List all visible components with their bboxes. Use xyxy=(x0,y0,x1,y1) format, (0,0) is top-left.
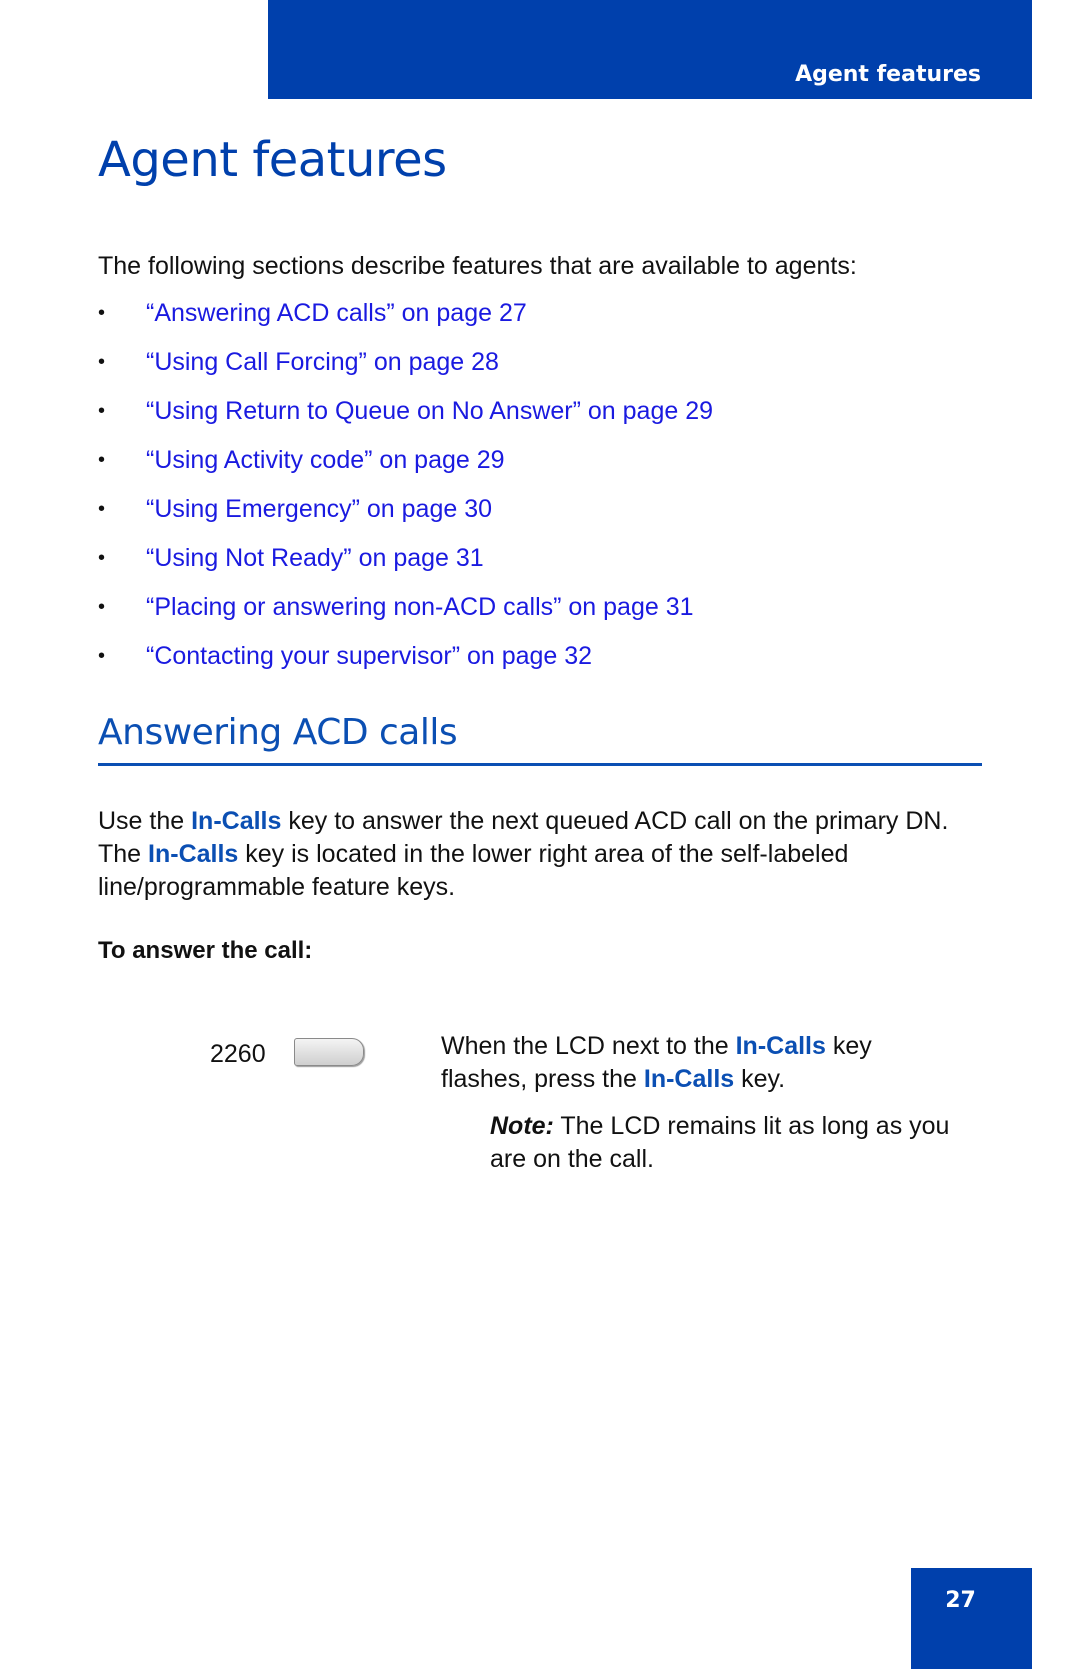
toc-link-answering-acd-calls[interactable]: “Answering ACD calls” on page 27 xyxy=(146,298,527,328)
section-title: Answering ACD calls xyxy=(98,712,458,753)
toc-link-emergency[interactable]: “Using Emergency” on page 30 xyxy=(146,494,492,524)
toc-item: • “Placing or answering non-ACD calls” on… xyxy=(98,592,713,641)
running-title: Agent features xyxy=(795,62,981,87)
toc-link-return-to-queue[interactable]: “Using Return to Queue on No Answer” on … xyxy=(146,396,713,426)
step-text-part: key. xyxy=(734,1065,786,1093)
toc-link-contacting-supervisor[interactable]: “Contacting your supervisor” on page 32 xyxy=(146,641,592,671)
toc-link-activity-code[interactable]: “Using Activity code” on page 29 xyxy=(146,445,505,475)
page-title: Agent features xyxy=(98,132,447,188)
body-text: Use the xyxy=(98,807,192,835)
bullet-icon: • xyxy=(98,547,106,569)
intro-text: The following sections describe features… xyxy=(98,252,857,280)
bullet-icon: • xyxy=(98,449,106,471)
toc-list: • “Answering ACD calls” on page 27 • “Usin… xyxy=(98,298,713,690)
bullet-icon: • xyxy=(98,302,106,324)
toc-item: • “Using Not Ready” on page 31 xyxy=(98,543,713,592)
header-band: Agent features xyxy=(268,0,1032,99)
procedure-heading: To answer the call: xyxy=(98,937,313,964)
in-calls-key-label: In-Calls xyxy=(643,1065,735,1093)
note: Note: The LCD remains lit as long as you… xyxy=(490,1110,960,1176)
section-body: Use the In-Calls key to answer the next … xyxy=(98,805,988,904)
bullet-icon: • xyxy=(98,596,106,618)
phone-model-number: 2260 xyxy=(210,1040,266,1068)
note-text: The LCD remains lit as long as you are o… xyxy=(490,1112,950,1173)
page-number: 27 xyxy=(945,1588,976,1613)
page-number-box: 27 xyxy=(911,1568,1032,1669)
toc-link-call-forcing[interactable]: “Using Call Forcing” on page 28 xyxy=(146,347,499,377)
toc-item: • “Using Call Forcing” on page 28 xyxy=(98,347,713,396)
step-text: When the LCD next to the In-Calls key fl… xyxy=(441,1030,961,1096)
toc-link-non-acd-calls[interactable]: “Placing or answering non-ACD calls” on … xyxy=(146,592,694,622)
toc-item: • “Using Return to Queue on No Answer” on… xyxy=(98,396,713,445)
feature-key-icon xyxy=(294,1038,364,1066)
in-calls-key-label: In-Calls xyxy=(148,840,239,868)
in-calls-key-label: In-Calls xyxy=(191,807,282,835)
section-divider xyxy=(98,763,982,766)
toc-item: • “Using Emergency” on page 30 xyxy=(98,494,713,543)
toc-link-not-ready[interactable]: “Using Not Ready” on page 31 xyxy=(146,543,484,573)
note-label: Note: xyxy=(490,1112,554,1140)
step-text-part: When the LCD next to the xyxy=(441,1032,736,1060)
in-calls-key-label: In-Calls xyxy=(735,1032,826,1060)
toc-item: • “Using Activity code” on page 29 xyxy=(98,445,713,494)
bullet-icon: • xyxy=(98,351,106,373)
bullet-icon: • xyxy=(98,498,106,520)
bullet-icon: • xyxy=(98,645,106,667)
toc-item: • “Answering ACD calls” on page 27 xyxy=(98,298,713,347)
toc-item: • “Contacting your supervisor” on page 32 xyxy=(98,641,713,690)
bullet-icon: • xyxy=(98,400,106,422)
